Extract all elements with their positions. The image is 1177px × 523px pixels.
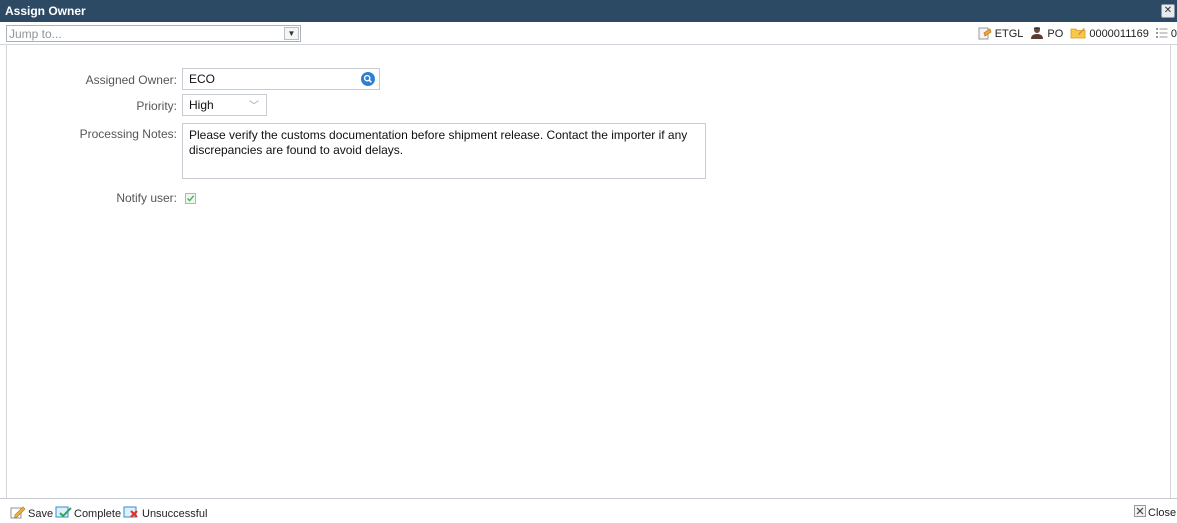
unsuccessful-icon xyxy=(123,505,140,522)
folder-icon xyxy=(1070,26,1086,43)
assigned-owner-value: ECO xyxy=(189,72,216,86)
processing-notes-label: Processing Notes: xyxy=(79,127,177,141)
assigned-owner-input[interactable]: ECO xyxy=(182,68,380,90)
priority-label: Priority: xyxy=(136,99,177,113)
tag-icon xyxy=(978,26,992,43)
save-label: Save xyxy=(28,507,54,520)
search-icon xyxy=(363,74,372,83)
complete-button[interactable]: Complete xyxy=(55,505,121,522)
jump-to-placeholder: Jump to... xyxy=(9,27,62,41)
priority-select[interactable]: High ﹀ xyxy=(182,94,267,116)
context-bar: ETGL PO 0000011169 0 xyxy=(978,26,1177,42)
edit-icon xyxy=(10,505,26,522)
notify-user-label: Notify user: xyxy=(116,191,177,205)
window-close-button[interactable]: ✕ xyxy=(1161,4,1175,18)
unsuccessful-button[interactable]: Unsuccessful xyxy=(123,505,207,522)
owner-search-button[interactable] xyxy=(361,72,375,86)
context-po-label: PO xyxy=(1047,28,1064,40)
context-id-label: 0000011169 xyxy=(1089,28,1149,40)
context-etgl[interactable]: ETGL xyxy=(978,26,1024,43)
context-count[interactable]: 0 xyxy=(1155,27,1177,42)
processing-notes-value: Please verify the customs documentation … xyxy=(189,128,688,157)
close-icon xyxy=(1134,505,1146,520)
complete-icon xyxy=(55,505,72,522)
chevron-down-icon[interactable]: ▼ xyxy=(284,27,299,40)
notify-user-checkbox[interactable] xyxy=(185,193,196,204)
list-icon xyxy=(1155,27,1168,42)
window-titlebar: Assign Owner ✕ xyxy=(0,0,1177,22)
close-label: Close xyxy=(1148,506,1177,519)
jump-to-select[interactable]: Jump to... ▼ xyxy=(6,25,301,42)
context-count-label: 0 xyxy=(1170,28,1177,40)
assigned-owner-label: Assigned Owner: xyxy=(85,73,177,87)
close-icon: ✕ xyxy=(1163,5,1173,16)
context-etgl-label: ETGL xyxy=(994,28,1024,40)
save-button[interactable]: Save xyxy=(10,505,53,522)
context-id[interactable]: 0000011169 xyxy=(1070,26,1149,43)
check-icon xyxy=(187,195,195,202)
unsuccessful-label: Unsuccessful xyxy=(142,507,208,520)
processing-notes-textarea[interactable]: Please verify the customs documentation … xyxy=(182,123,706,179)
user-icon xyxy=(1030,26,1044,43)
action-bar: Save Complete Unsuccessful Close xyxy=(0,498,1177,523)
priority-value: High xyxy=(189,98,214,112)
context-po[interactable]: PO xyxy=(1030,26,1063,43)
close-button[interactable]: Close xyxy=(1134,505,1176,520)
toolbar: Jump to... ▼ ETGL PO 0000011169 0 xyxy=(0,22,1177,45)
complete-label: Complete xyxy=(74,507,122,520)
form-panel xyxy=(6,44,1171,498)
chevron-down-icon: ﹀ xyxy=(249,101,259,112)
window-title: Assign Owner xyxy=(5,4,86,18)
